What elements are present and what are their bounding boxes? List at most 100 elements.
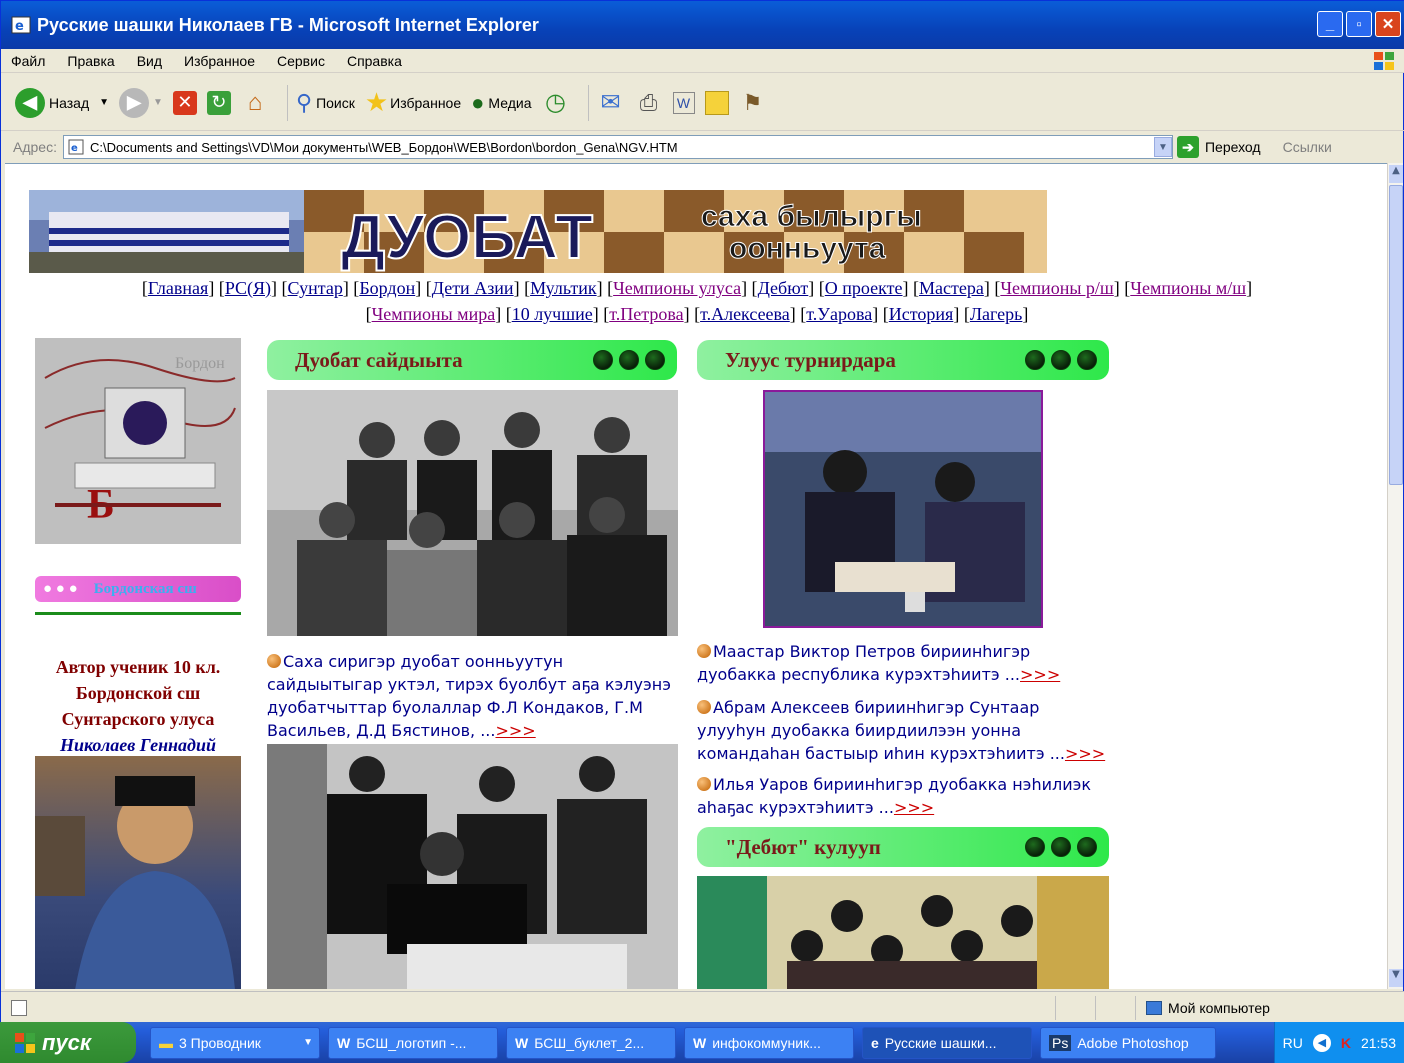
nav-link[interactable]: РС(Я)	[225, 278, 271, 298]
more-link[interactable]: >>>	[1065, 744, 1105, 763]
more-link[interactable]: >>>	[894, 798, 934, 817]
links-button[interactable]: Ссылки	[1283, 139, 1332, 155]
address-bar: Адрес: e C:\Documents and Settings\VD\Мо…	[1, 133, 1404, 161]
media-label: Медиа	[488, 94, 532, 111]
windows-flag-icon	[15, 1032, 35, 1053]
nav-link[interactable]: т.Алексеева	[700, 304, 790, 324]
back-button[interactable]: ◀ Назад ▼	[15, 87, 109, 118]
windows-flag-icon	[1374, 52, 1394, 70]
favorites-label: Избранное	[390, 94, 462, 111]
title-bar[interactable]: e Русские шашки Николаев ГВ - Microsoft …	[1, 1, 1404, 49]
section-header-tournaments: Улуус турнирдара	[697, 340, 1109, 380]
go-arrow-icon[interactable]: ➔	[1176, 136, 1199, 158]
forward-button[interactable]: ▶ ▼	[119, 87, 163, 118]
tray-expand-icon[interactable]: ◀	[1312, 1033, 1331, 1052]
menu-file[interactable]: Файл	[11, 53, 45, 69]
media-icon: ●	[471, 89, 485, 115]
nav-link[interactable]: Сунтар	[288, 278, 343, 298]
vertical-scrollbar[interactable]: ▲ ▼	[1387, 163, 1403, 989]
school-bar-label: Бордонская сш	[93, 580, 197, 597]
nav-link[interactable]: Главная	[148, 278, 208, 298]
taskbar-item-ie[interactable]: e Русские шашки...	[862, 1026, 1032, 1059]
scroll-down-arrow[interactable]: ▼	[1389, 969, 1403, 987]
tournament-news-3: Илья Уаров бириинhигэр дуобакка нэhилиэк…	[697, 773, 1109, 819]
menu-favorites[interactable]: Избранное	[184, 53, 255, 69]
close-button[interactable]: ✕	[1375, 11, 1401, 37]
taskbar: пуск ▬ 3 Проводник ▼ W БСШ_логотип -... W БС…	[0, 1022, 1404, 1063]
edit-word-icon[interactable]: W	[672, 91, 695, 114]
taskbar-item-photoshop[interactable]: Ps Adobe Photoshop	[1040, 1026, 1216, 1059]
taskbar-item-logo-doc[interactable]: W БСШ_логотип -...	[328, 1026, 498, 1059]
nav-link[interactable]: Чемпионы р/ш	[1000, 278, 1113, 298]
back-arrow-icon: ◀	[15, 87, 45, 118]
address-input[interactable]: e C:\Documents and Settings\VD\Мои докум…	[62, 135, 1173, 159]
minimize-button[interactable]: _	[1317, 11, 1343, 37]
maximize-button[interactable]: ▫	[1346, 11, 1372, 37]
scroll-thumb[interactable]	[1389, 185, 1403, 485]
antivirus-icon[interactable]: K	[1341, 1035, 1351, 1051]
nav-link[interactable]: Бордон	[359, 278, 415, 298]
favorites-button[interactable]: ★ Избранное	[365, 87, 461, 118]
discuss-icon[interactable]	[704, 90, 729, 115]
scroll-up-arrow[interactable]: ▲	[1389, 165, 1403, 183]
nav-link[interactable]: О проекте	[825, 278, 903, 298]
school-bar[interactable]: ● ● ● Бордонская сш	[35, 576, 241, 602]
messenger-icon[interactable]: ⚑	[739, 89, 767, 117]
nav-link[interactable]: т.Уарова	[806, 304, 872, 324]
nav-link[interactable]: История	[889, 304, 954, 324]
section-title: "Дебют" кулууп	[725, 834, 881, 859]
svg-text:e: e	[71, 143, 78, 154]
page-icon: e	[68, 139, 84, 155]
nav-link[interactable]: т.Петрова	[609, 304, 683, 324]
refresh-icon[interactable]: ↻	[206, 90, 231, 115]
nav-link[interactable]: Лагерь	[970, 304, 1023, 324]
author-line-2: Бордонской сш	[75, 683, 201, 703]
menu-edit[interactable]: Правка	[67, 53, 114, 69]
author-block: Автор ученик 10 кл. Бордонской сш Сунтар…	[33, 654, 243, 758]
menu-view[interactable]: Вид	[137, 53, 162, 69]
section-header-history: Дуобат сайдыыта	[267, 340, 677, 380]
history-news: Саха сиригэр дуобат оонньуутун сайдыытыг…	[267, 650, 679, 742]
search-button[interactable]: ⚲ Поиск	[296, 90, 355, 116]
section-title: Улуус турнирдара	[725, 347, 896, 372]
menu-help[interactable]: Справка	[347, 53, 402, 69]
nav-link[interactable]: Чемпионы улуса	[613, 278, 741, 298]
go-button[interactable]: Переход	[1205, 139, 1261, 155]
taskbar-item-explorer[interactable]: ▬ 3 Проводник ▼	[150, 1026, 320, 1059]
language-indicator[interactable]: RU	[1283, 1035, 1303, 1051]
tournament-news-text: Маастар Виктор Петров бириинhигэр дуобак…	[697, 642, 1031, 684]
word-icon: W	[337, 1034, 351, 1051]
menu-bar: Файл Правка Вид Избранное Сервис Справка	[1, 49, 1404, 73]
section-header-debut: "Дебют" кулууп	[697, 827, 1109, 867]
taskbar-item-booklet-doc[interactable]: W БСШ_буклет_2...	[506, 1026, 676, 1059]
word-icon: W	[515, 1034, 529, 1051]
stop-icon[interactable]: ✕	[172, 90, 197, 115]
taskbar-item-infocomm-doc[interactable]: Wинфокоммуник...	[684, 1026, 854, 1059]
ie-icon: e	[11, 16, 31, 34]
nav-link[interactable]: 10 лучшие	[512, 304, 593, 324]
nav-link[interactable]: Дебют	[758, 278, 809, 298]
print-icon[interactable]: ⎙	[635, 89, 663, 117]
nav-link[interactable]: Дети Азии	[432, 278, 514, 298]
browser-window: e Русские шашки Николаев ГВ - Microsoft …	[0, 0, 1404, 1023]
menu-tools[interactable]: Сервис	[277, 53, 325, 69]
clock[interactable]: 21:53	[1361, 1035, 1396, 1051]
author-line-1: Автор ученик 10 кл.	[55, 657, 221, 677]
bordon-logo-image[interactable]: Бордон Б	[35, 338, 241, 544]
nav-link[interactable]: Мастера	[919, 278, 984, 298]
more-link[interactable]: >>>	[1020, 665, 1060, 684]
zone-label: Мой компьютер	[1168, 999, 1270, 1016]
address-dropdown[interactable]: ▼	[1153, 137, 1172, 157]
start-button[interactable]: пуск	[0, 1022, 136, 1063]
more-link[interactable]: >>>	[495, 721, 535, 740]
nav-link[interactable]: Чемпионы мира	[372, 304, 496, 324]
home-icon[interactable]: ⌂	[241, 89, 269, 117]
system-tray: RU ◀ K 21:53	[1273, 1022, 1404, 1063]
nav-link[interactable]: Чемпионы м/ш	[1130, 278, 1246, 298]
media-button[interactable]: ● Медиа	[471, 90, 531, 116]
window-title: Русские шашки Николаев ГВ - Microsoft In…	[37, 14, 539, 35]
status-bar: Мой компьютер	[1, 991, 1404, 1023]
nav-link[interactable]: Мультик	[530, 278, 597, 298]
mail-icon[interactable]: ✉	[597, 89, 625, 117]
history-icon[interactable]: ◷	[542, 89, 570, 117]
